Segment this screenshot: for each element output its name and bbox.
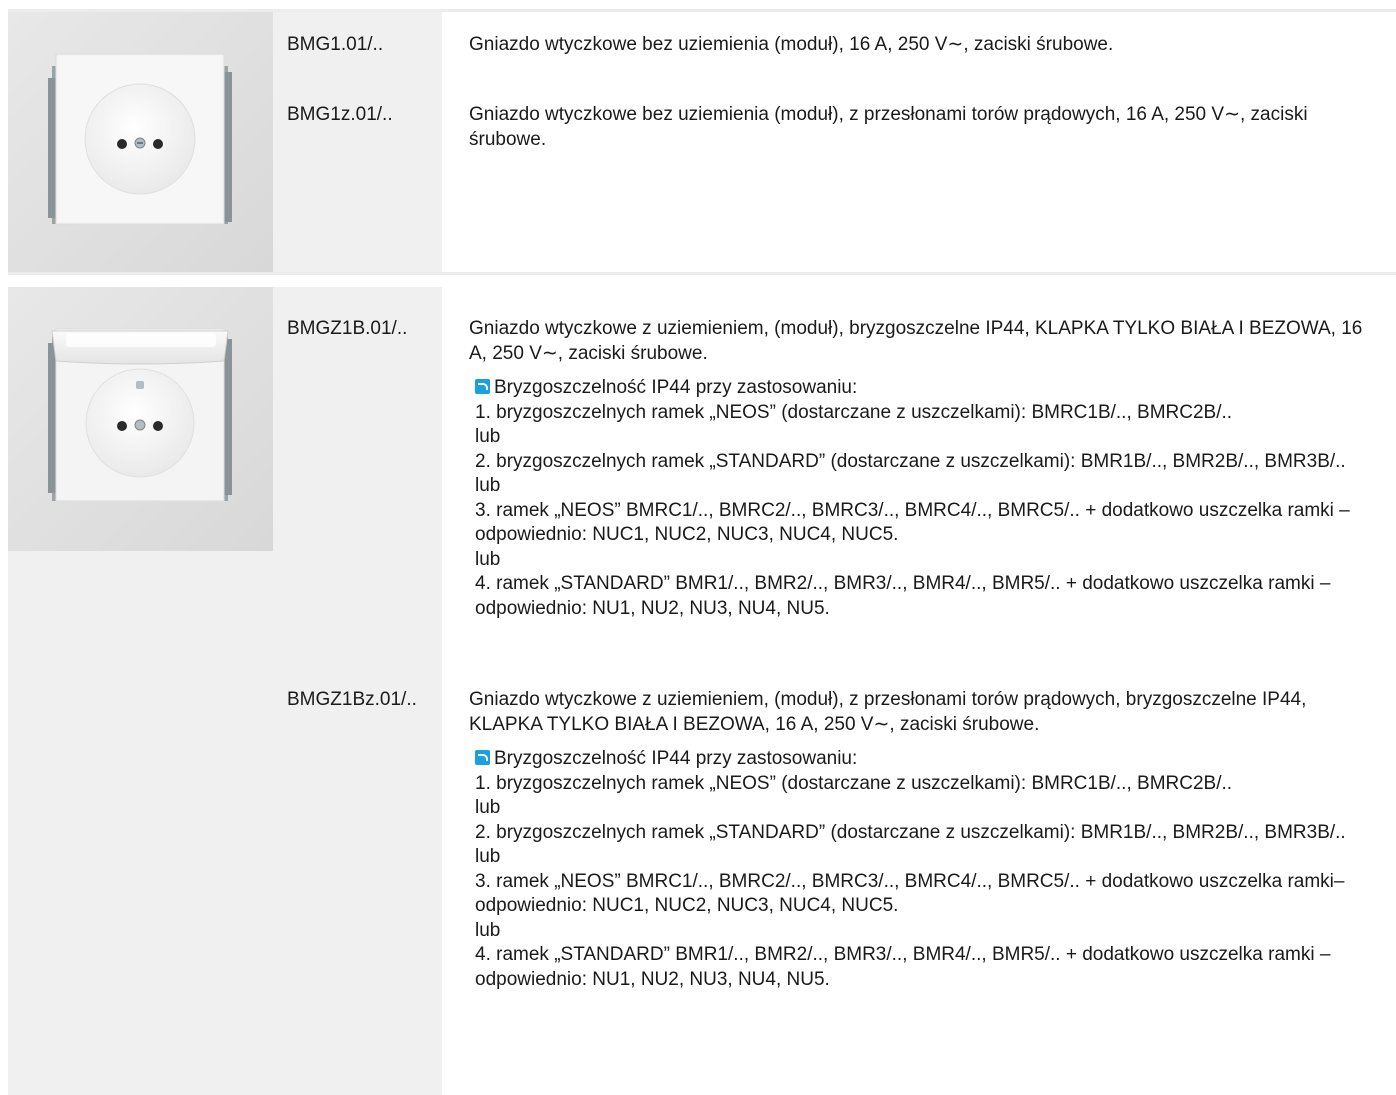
description-text: Gniazdo wtyczkowe bez uziemienia (moduł)…: [469, 34, 1114, 55]
product-section-1: BMG1.01/.. Gniazdo wtyczkowe bez uziemie…: [8, 12, 1396, 272]
ip44-note: Bryzgoszczelność IP44 przy zastosowaniu:…: [475, 376, 1365, 621]
note-option-4: 4. ramek „STANDARD” BMR1/.., BMR2/.., BM…: [475, 573, 1331, 619]
section-divider: [8, 272, 1396, 275]
note-or: lub: [475, 475, 501, 496]
product-section-2: BMGZ1B.01/.. Gniazdo wtyczkowe z uziemie…: [8, 287, 1396, 1095]
ip44-note: Bryzgoszczelność IP44 przy zastosowaniu:…: [475, 747, 1365, 992]
product-description: Gniazdo wtyczkowe z uziemieniem, (moduł)…: [469, 317, 1369, 621]
note-or: lub: [475, 548, 501, 570]
note-option-1: 1. bryzgoszczelnych ramek „NEOS” (dostar…: [475, 772, 1233, 794]
description-text: Gniazdo wtyczkowe z uziemieniem, (moduł)…: [469, 318, 1363, 364]
product-code: BMG1z.01/..: [287, 104, 393, 125]
product-code: BMGZ1Bz.01/..: [287, 689, 417, 710]
info-marker-icon: [475, 379, 490, 394]
note-option-1: 1. bryzgoszczelnych ramek „NEOS” (dostar…: [475, 401, 1233, 423]
product-photo-socket: [8, 12, 273, 272]
note-heading: Bryzgoszczelność IP44 przy zastosowaniu:: [475, 376, 1365, 401]
product-photo-socket-flap: [8, 287, 273, 551]
product-description: Gniazdo wtyczkowe z uziemieniem, (moduł)…: [469, 688, 1369, 992]
info-marker-icon: [475, 750, 490, 765]
note-option-2: 2. bryzgoszczelnych ramek „STANDARD” (do…: [475, 821, 1346, 843]
product-description: Gniazdo wtyczkowe bez uziemienia (moduł)…: [469, 33, 1369, 58]
note-option-4: 4. ramek „STANDARD” BMR1/.., BMR2/.., BM…: [475, 944, 1331, 990]
product-code: BMG1.01/..: [287, 34, 384, 55]
note-or: lub: [475, 426, 501, 447]
note-or: lub: [475, 846, 501, 867]
note-or: lub: [475, 797, 501, 818]
product-description: Gniazdo wtyczkowe bez uziemienia (moduł)…: [469, 103, 1369, 152]
note-heading: Bryzgoszczelność IP44 przy zastosowaniu:: [475, 747, 1365, 772]
socket-image: [8, 12, 273, 272]
note-option-2: 2. bryzgoszczelnych ramek „STANDARD” (do…: [475, 450, 1346, 472]
product-code: BMGZ1B.01/..: [287, 318, 408, 339]
note-option-3: 3. ramek „NEOS” BMRC1/.., BMRC2/.., BMRC…: [475, 499, 1350, 546]
socket-with-flap-image: [8, 287, 273, 551]
description-text: Gniazdo wtyczkowe z uziemieniem, (moduł)…: [469, 689, 1307, 735]
description-text: Gniazdo wtyczkowe bez uziemienia (moduł)…: [469, 104, 1308, 150]
note-option-3: 3. ramek „NEOS” BMRC1/.., BMRC2/.., BMRC…: [475, 870, 1345, 917]
note-or: lub: [475, 919, 501, 941]
